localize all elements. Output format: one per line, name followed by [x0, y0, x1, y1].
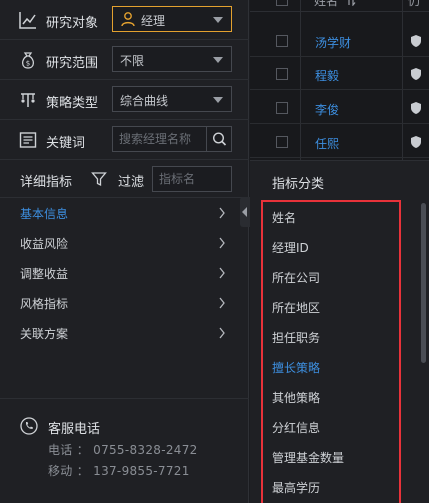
category-related-plan[interactable]: 关联方案	[0, 318, 249, 348]
chevron-right-icon	[219, 327, 225, 339]
detail-indicator-title: 详细指标	[20, 175, 73, 190]
keyword-row: 关键词	[0, 120, 249, 160]
manager-name-link[interactable]: 汤学财	[315, 34, 351, 51]
row-checkbox[interactable]	[276, 136, 288, 148]
table-row[interactable]: 任熙	[250, 128, 429, 158]
manager-name-link[interactable]: 任熙	[315, 135, 339, 152]
chart-icon	[18, 10, 38, 30]
shield-icon	[411, 102, 421, 114]
manager-name-link[interactable]: 程毅	[315, 67, 339, 84]
indicator-item[interactable]: 管理基金数量	[272, 442, 344, 472]
keyword-label: 关键词	[46, 136, 86, 151]
shield-icon	[411, 68, 421, 80]
research-scope-select[interactable]: 不限	[112, 46, 232, 72]
detail-indicator-header: 详细指标 过滤	[0, 160, 249, 198]
research-scope-value: 不限	[120, 54, 145, 68]
category-style-indicator[interactable]: 风格指标	[0, 288, 249, 318]
research-object-value: 经理	[141, 14, 166, 28]
indicator-item[interactable]: 所在地区	[272, 292, 320, 322]
keyword-search	[112, 126, 232, 152]
category-label: 调整收益	[20, 267, 69, 281]
money-bag-icon: $	[18, 50, 38, 70]
scrollbar-thumb[interactable]	[421, 203, 426, 363]
service-phone: 电话 ： 0755-8328-2472	[48, 443, 198, 457]
user-icon	[120, 11, 136, 27]
shield-icon	[411, 136, 421, 148]
collapse-panel-handle[interactable]	[240, 197, 250, 227]
research-object-select[interactable]: 经理	[112, 6, 232, 32]
sort-icon[interactable]	[346, 0, 356, 6]
strategy-icon	[18, 90, 38, 110]
table-row[interactable]: 李俊	[250, 94, 429, 124]
keyword-input[interactable]	[113, 127, 207, 151]
indicator-item[interactable]: 担任职务	[272, 322, 320, 352]
row-checkbox[interactable]	[276, 68, 288, 80]
search-icon	[212, 132, 227, 146]
category-return-risk[interactable]: 收益风险	[0, 228, 249, 258]
search-button[interactable]	[206, 127, 231, 151]
research-scope-row: $ 研究范围 不限	[0, 40, 249, 80]
research-object-label: 研究对象	[46, 16, 99, 31]
indicator-filter-input[interactable]	[153, 167, 231, 191]
manager-name-link[interactable]: 李俊	[315, 101, 339, 118]
header-name: 姓名	[314, 0, 339, 8]
chevron-down-icon	[213, 57, 223, 63]
indicator-category-title: 指标分类	[272, 177, 325, 192]
chevron-right-icon	[219, 237, 225, 249]
row-checkbox[interactable]	[276, 102, 288, 114]
category-label: 关联方案	[20, 327, 69, 341]
service-mobile: 移动 ： 137-9855-7721	[48, 464, 190, 478]
indicator-list-highlight-box: 姓名 经理ID 所在公司 所在地区 担任职务 擅长策略 其他策略 分红信息 管理…	[261, 200, 401, 503]
indicator-item[interactable]: 所在公司	[272, 262, 320, 292]
table-row[interactable]: 汤学财	[250, 27, 429, 57]
table-row[interactable]: 程毅	[250, 60, 429, 90]
strategy-type-label: 策略类型	[46, 96, 99, 111]
research-object-row: 研究对象 经理	[0, 0, 249, 40]
indicator-item[interactable]: 经理ID	[272, 232, 309, 262]
chevron-right-icon	[219, 267, 225, 279]
select-all-checkbox[interactable]	[276, 0, 288, 6]
category-label: 收益风险	[20, 237, 69, 251]
indicator-item[interactable]: 最高学历	[272, 472, 320, 502]
chevron-left-icon	[242, 207, 247, 217]
category-label: 风格指标	[20, 297, 69, 311]
strategy-type-value: 综合曲线	[120, 94, 169, 108]
keyword-icon	[18, 130, 38, 150]
category-adjusted-return[interactable]: 调整收益	[0, 258, 249, 288]
indicator-item[interactable]: 擅长策略	[272, 352, 320, 382]
chevron-right-icon	[219, 207, 225, 219]
indicator-item[interactable]: 其他策略	[272, 382, 320, 412]
chevron-down-icon	[213, 17, 223, 23]
research-scope-label: 研究范围	[46, 56, 99, 71]
phone-icon	[20, 417, 38, 435]
chevron-down-icon	[213, 97, 223, 103]
indicator-item[interactable]: 姓名	[272, 202, 296, 232]
filter-icon[interactable]	[91, 171, 107, 187]
filter-label: 过滤	[118, 175, 145, 190]
indicator-item[interactable]: 分红信息	[272, 412, 320, 442]
header-next-column: 仍	[408, 0, 421, 8]
indicator-filter-box	[152, 166, 232, 192]
table-header: 姓名 仍	[250, 0, 429, 12]
manager-table: 姓名 仍 汤学财 程毅 李俊 任熙	[250, 0, 429, 160]
category-label: 基本信息	[20, 207, 69, 221]
customer-service: 客服电话 电话 ： 0755-8328-2472 移动 ： 137-9855-7…	[0, 398, 249, 503]
strategy-type-select[interactable]: 综合曲线	[112, 86, 232, 112]
shield-icon	[411, 35, 421, 47]
category-basic-info[interactable]: 基本信息	[0, 198, 249, 228]
left-panel: 研究对象 经理 $ 研究范围 不限 策略类型 综合曲线 关键词 搜索经理名称 详…	[0, 0, 249, 503]
indicator-category-panel: 指标分类 姓名 经理ID 所在公司 所在地区 担任职务 擅长策略 其他策略 分红…	[250, 160, 429, 503]
chevron-right-icon	[219, 297, 225, 309]
service-title: 客服电话	[48, 422, 101, 437]
svg-text:$: $	[26, 60, 30, 68]
row-checkbox[interactable]	[276, 35, 288, 47]
strategy-type-row: 策略类型 综合曲线	[0, 80, 249, 120]
